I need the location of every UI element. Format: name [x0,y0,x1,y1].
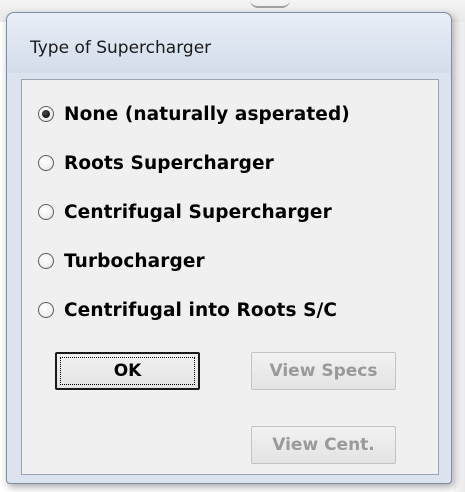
view-cent-button-label: View Cent. [272,435,375,455]
dialog-client-area: None (naturally asperated) Roots Superch… [21,79,439,475]
view-specs-button[interactable]: View Specs [251,352,396,390]
radio-button[interactable] [38,302,54,318]
radio-option-roots[interactable]: Roots Supercharger [38,149,274,177]
radio-option-centrifugal[interactable]: Centrifugal Supercharger [38,198,332,226]
focus-rectangle [60,357,195,385]
dialog-title: Type of Supercharger [30,38,212,58]
dialog-titlebar[interactable]: Type of Supercharger [7,13,451,73]
radio-label-centrifugal: Centrifugal Supercharger [64,201,332,223]
radio-label-roots: Roots Supercharger [64,152,274,174]
background-window-fragment [250,0,290,8]
view-cent-button[interactable]: View Cent. [251,426,396,464]
radio-button[interactable] [38,155,54,171]
background-window-edge [453,22,465,492]
radio-label-centrifugal-into-roots: Centrifugal into Roots S/C [64,299,338,321]
radio-option-none[interactable]: None (naturally asperated) [38,100,350,128]
radio-label-none: None (naturally asperated) [64,103,350,125]
ok-button[interactable]: OK [55,352,200,390]
supercharger-dialog: Type of Supercharger None (naturally asp… [6,12,452,484]
radio-option-turbocharger[interactable]: Turbocharger [38,247,205,275]
radio-option-centrifugal-into-roots[interactable]: Centrifugal into Roots S/C [38,296,337,324]
view-specs-button-label: View Specs [269,361,378,381]
radio-button[interactable] [38,204,54,220]
radio-label-turbocharger: Turbocharger [64,250,205,272]
radio-button-selected[interactable] [38,106,54,122]
radio-dot-icon [42,110,50,118]
radio-button[interactable] [38,253,54,269]
